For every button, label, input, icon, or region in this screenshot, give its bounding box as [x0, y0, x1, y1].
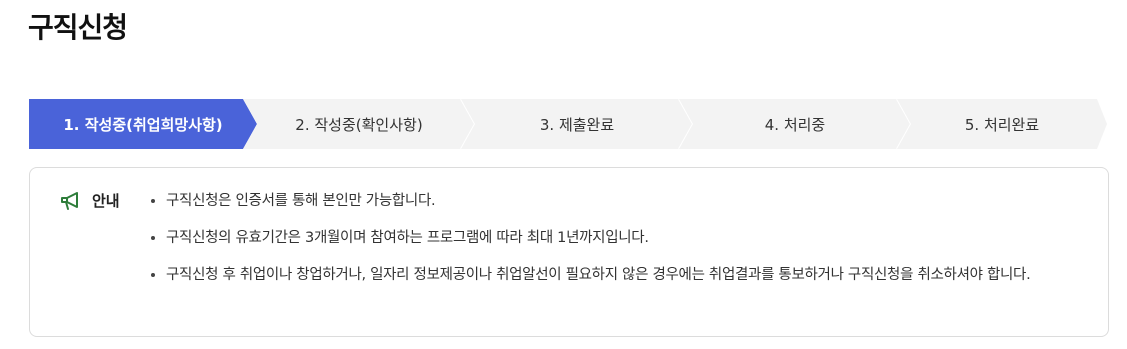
notice-list: 구직신청은 인증서를 통해 본인만 가능합니다. 구직신청의 유효기간은 3개월… [148, 188, 1078, 299]
page-title: 구직신청 [28, 11, 128, 44]
step-2: 2. 작성중(확인사항) [243, 99, 475, 149]
notice-box: 안내 구직신청은 인증서를 통해 본인만 가능합니다. 구직신청의 유효기간은 … [29, 167, 1109, 337]
progress-stepper: 1. 작성중(취업희망사항) 2. 작성중(확인사항) 3. 제출완료 4. 처… [29, 99, 1107, 149]
step-4-label: 4. 처리중 [764, 115, 826, 134]
step-5-label: 5. 처리완료 [964, 115, 1040, 134]
step-3: 3. 제출완료 [461, 99, 693, 149]
notice-item-text: 구직신청의 유효기간은 3개월이며 참여하는 프로그램에 따라 최대 1년까지입… [166, 230, 649, 246]
bullet-icon [151, 236, 155, 240]
step-5: 5. 처리완료 [897, 99, 1107, 149]
step-3-label: 3. 제출완료 [539, 115, 615, 134]
notice-title: 안내 [92, 192, 120, 210]
step-4: 4. 처리중 [679, 99, 911, 149]
notice-header: 안내 [60, 190, 120, 211]
notice-item: 구직신청의 유효기간은 3개월이며 참여하는 프로그램에 따라 최대 1년까지입… [148, 225, 1078, 251]
bullet-icon [151, 273, 155, 277]
notice-item: 구직신청 후 취업이나 창업하거나, 일자리 정보제공이나 취업알선이 필요하지… [148, 262, 1078, 288]
step-2-label: 2. 작성중(확인사항) [295, 115, 423, 134]
bullet-icon [151, 199, 155, 203]
step-1-label: 1. 작성중(취업희망사항) [63, 115, 223, 134]
step-1: 1. 작성중(취업희망사항) [29, 99, 257, 149]
notice-item-text: 구직신청 후 취업이나 창업하거나, 일자리 정보제공이나 취업알선이 필요하지… [166, 267, 1031, 283]
notice-item-text: 구직신청은 인증서를 통해 본인만 가능합니다. [166, 193, 436, 209]
notice-item: 구직신청은 인증서를 통해 본인만 가능합니다. [148, 188, 1078, 214]
megaphone-icon [60, 191, 82, 211]
